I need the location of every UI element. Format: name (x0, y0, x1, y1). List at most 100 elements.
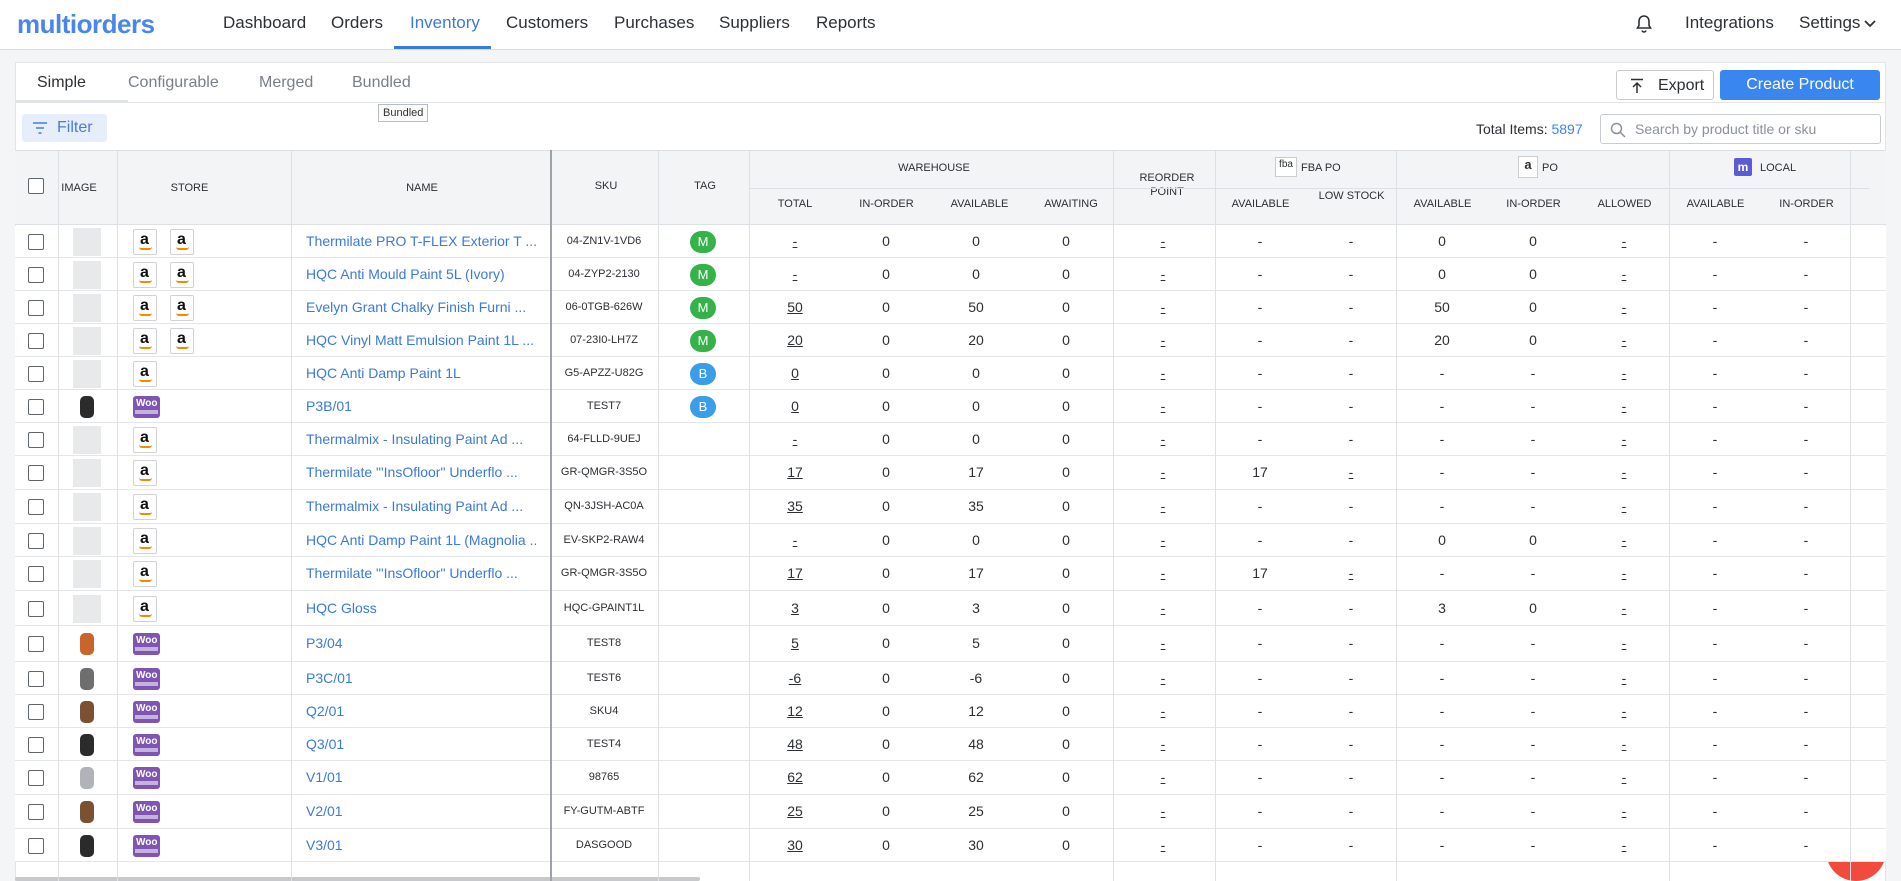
cell-reorder[interactable]: - (1133, 769, 1193, 785)
row-checkbox[interactable] (28, 670, 44, 687)
product-name-link[interactable]: Thermilate PRO T-FLEX Exterior T ... (306, 233, 536, 249)
cell-po-allowed[interactable]: - (1594, 703, 1654, 719)
nav-inventory[interactable]: Inventory (410, 13, 480, 33)
cell-total[interactable]: 62 (765, 769, 825, 785)
cell-po-allowed[interactable]: - (1594, 498, 1654, 514)
product-name-link[interactable]: P3/04 (306, 635, 536, 651)
cell-reorder[interactable]: - (1133, 498, 1193, 514)
select-all-checkbox[interactable] (28, 178, 44, 194)
col-available[interactable]: AVAILABLE (933, 197, 1026, 211)
row-checkbox[interactable] (28, 703, 44, 720)
cell-total[interactable]: 0 (765, 398, 825, 414)
nav-purchases[interactable]: Purchases (614, 13, 694, 33)
cell-reorder[interactable]: - (1133, 532, 1193, 548)
cell-reorder[interactable]: - (1133, 703, 1193, 719)
cell-total[interactable]: 30 (765, 837, 825, 853)
cell-total[interactable]: - (765, 431, 825, 447)
row-checkbox[interactable] (28, 332, 44, 349)
row-checkbox[interactable] (28, 770, 44, 786)
row-checkbox[interactable] (28, 566, 44, 582)
cell-total[interactable]: 50 (765, 299, 825, 315)
cell-po-allowed[interactable]: - (1594, 398, 1654, 414)
product-name-link[interactable]: P3B/01 (306, 398, 536, 414)
col-total[interactable]: TOTAL (750, 197, 840, 211)
cell-po-allowed[interactable]: - (1594, 600, 1654, 616)
cell-po-allowed[interactable]: - (1594, 532, 1654, 548)
col-name[interactable]: NAME (292, 181, 552, 195)
tab-bundled[interactable]: Bundled (352, 74, 411, 92)
cell-po-allowed[interactable]: - (1594, 431, 1654, 447)
nav-orders[interactable]: Orders (331, 13, 383, 33)
cell-po-allowed[interactable]: - (1594, 464, 1654, 480)
product-name-link[interactable]: Thermalmix - Insulating Paint Ad ... (306, 431, 536, 447)
cell-po-allowed[interactable]: - (1594, 266, 1654, 282)
cell-reorder[interactable]: - (1133, 600, 1193, 616)
product-name-link[interactable]: Q2/01 (306, 703, 536, 719)
col-sku[interactable]: SKU (552, 179, 660, 193)
cell-po-allowed[interactable]: - (1594, 332, 1654, 348)
row-checkbox[interactable] (28, 636, 44, 652)
col-in-order[interactable]: IN-ORDER (840, 197, 933, 211)
cell-po-allowed[interactable]: - (1594, 233, 1654, 249)
cell-reorder[interactable]: - (1133, 635, 1193, 651)
cell-total[interactable]: 3 (765, 600, 825, 616)
cell-reorder[interactable]: - (1133, 266, 1193, 282)
product-name-link[interactable]: HQC Anti Damp Paint 1L (306, 365, 536, 381)
product-name-link[interactable]: HQC Gloss (306, 600, 536, 616)
row-checkbox[interactable] (28, 431, 44, 448)
cell-reorder[interactable]: - (1133, 670, 1193, 686)
search-input[interactable]: Search by product title or sku (1600, 114, 1881, 144)
nav-suppliers[interactable]: Suppliers (719, 13, 790, 33)
cell-total[interactable]: 35 (765, 498, 825, 514)
cell-po-allowed[interactable]: - (1594, 565, 1654, 581)
cell-reorder[interactable]: - (1133, 464, 1193, 480)
cell-reorder[interactable]: - (1133, 233, 1193, 249)
product-name-link[interactable]: V1/01 (306, 769, 536, 785)
cell-total[interactable]: -6 (765, 670, 825, 686)
export-button[interactable]: Export (1616, 70, 1714, 100)
cell-reorder[interactable]: - (1133, 837, 1193, 853)
cell-total[interactable]: - (765, 532, 825, 548)
cell-reorder[interactable]: - (1133, 803, 1193, 819)
cell-total[interactable]: 48 (765, 736, 825, 752)
product-name-link[interactable]: HQC Anti Mould Paint 5L (Ivory) (306, 266, 536, 282)
product-name-link[interactable]: HQC Vinyl Matt Emulsion Paint 1L ... (306, 332, 536, 348)
cell-total[interactable]: 20 (765, 332, 825, 348)
product-name-link[interactable]: Thermilate "'InsOfloor" Underflo ... (306, 565, 536, 581)
row-checkbox[interactable] (28, 600, 44, 617)
product-name-link[interactable]: Evelyn Grant Chalky Finish Furni ... (306, 299, 536, 315)
cell-po-allowed[interactable]: - (1594, 635, 1654, 651)
cell-reorder[interactable]: - (1133, 398, 1193, 414)
nav-dashboard[interactable]: Dashboard (223, 13, 306, 33)
product-name-link[interactable]: Thermilate "'InsOfloor" Underflo ... (306, 464, 536, 480)
row-checkbox[interactable] (28, 804, 44, 820)
filter-button[interactable]: Filter (22, 114, 107, 142)
cell-total[interactable]: 17 (765, 565, 825, 581)
nav-integrations[interactable]: Integrations (1685, 13, 1774, 33)
tab-merged[interactable]: Merged (259, 74, 313, 92)
product-name-link[interactable]: Thermalmix - Insulating Paint Ad ... (306, 498, 536, 514)
logo[interactable]: multiorders (17, 9, 155, 40)
cell-po-allowed[interactable]: - (1594, 736, 1654, 752)
cell-total[interactable]: 17 (765, 464, 825, 480)
cell-total[interactable]: 0 (765, 365, 825, 381)
cell-reorder[interactable]: - (1133, 736, 1193, 752)
cell-total[interactable]: - (765, 266, 825, 282)
product-name-link[interactable]: P3C/01 (306, 670, 536, 686)
cell-total[interactable]: 25 (765, 803, 825, 819)
row-checkbox[interactable] (28, 465, 44, 481)
row-checkbox[interactable] (28, 234, 44, 250)
create-product-button[interactable]: Create Product (1720, 70, 1880, 100)
col-awaiting[interactable]: AWAITING (1026, 197, 1116, 211)
cell-reorder[interactable]: - (1133, 431, 1193, 447)
product-name-link[interactable]: V2/01 (306, 803, 536, 819)
tab-simple[interactable]: Simple (37, 74, 86, 92)
cell-reorder[interactable]: - (1133, 565, 1193, 581)
nav-settings[interactable]: Settings (1799, 13, 1860, 33)
cell-reorder[interactable]: - (1133, 332, 1193, 348)
product-name-link[interactable]: V3/01 (306, 837, 536, 853)
cell-po-allowed[interactable]: - (1594, 299, 1654, 315)
row-checkbox[interactable] (28, 499, 44, 515)
cell-po-allowed[interactable]: - (1594, 803, 1654, 819)
product-name-link[interactable]: Q3/01 (306, 736, 536, 752)
